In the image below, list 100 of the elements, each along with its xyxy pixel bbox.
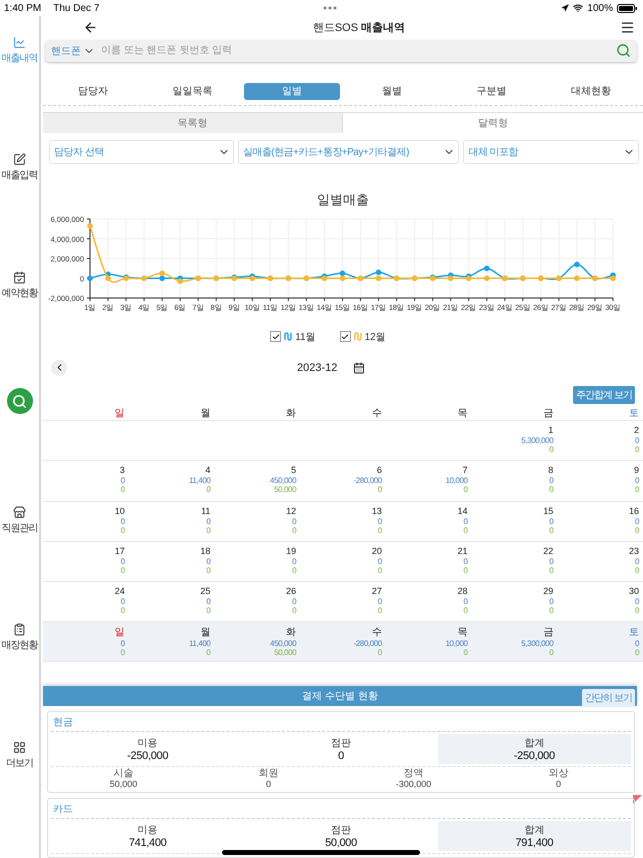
- list-icon: [13, 623, 26, 636]
- total-amount: -280,000: [353, 638, 382, 648]
- day-amount: -280,000: [353, 476, 382, 486]
- day-product-amount: 0: [378, 526, 382, 534]
- day-product-amount: 0: [634, 445, 639, 454]
- page-title: 핸드SOS 매출내역: [312, 21, 406, 36]
- more-dots-icon: [323, 6, 338, 10]
- legend-checkbox[interactable]: [340, 331, 351, 342]
- day-product-amount: 0: [206, 566, 210, 575]
- day-product-amount: 0: [378, 485, 382, 494]
- weekday-total-label: 화: [286, 626, 296, 639]
- data-point: [484, 265, 490, 271]
- chart-title: 일별매출: [316, 190, 370, 208]
- tab[interactable]: 일별: [244, 82, 340, 100]
- data-point: [574, 274, 580, 281]
- total-product-amount: 0: [378, 648, 382, 657]
- legend-checkbox[interactable]: [270, 331, 282, 342]
- payment-label: 합계: [524, 824, 544, 838]
- series-wave-icon: [354, 332, 362, 341]
- simple-view-button[interactable]: 간단히 보기: [582, 689, 635, 707]
- search-field[interactable]: 핸드폰 이름 또는 핸드폰 뒷번호 입력: [45, 40, 637, 62]
- back-icon[interactable]: [83, 20, 98, 36]
- data-point: [87, 274, 93, 281]
- day-number: 11: [201, 504, 210, 516]
- day-product-amount: 0: [464, 485, 468, 494]
- weekday-total-label: 토: [629, 626, 639, 639]
- day-number: 28: [458, 584, 468, 597]
- weekday-total-label: 일: [114, 626, 125, 639]
- search-button[interactable]: [6, 388, 32, 414]
- payment-label: 미용: [138, 824, 158, 838]
- filter-dropdown[interactable]: 실매출(현금+카드+통장+Pay+기타결제): [238, 140, 460, 164]
- tab[interactable]: 월별: [344, 82, 440, 100]
- tab[interactable]: 구분별: [444, 82, 540, 100]
- day-amount: 0: [549, 556, 554, 566]
- day-amount: 0: [634, 556, 639, 566]
- day-product-amount: 0: [464, 526, 468, 534]
- wifi-icon: [573, 3, 584, 13]
- day-number: 2: [634, 424, 639, 436]
- day-number: 16: [628, 504, 639, 516]
- calendar-icon[interactable]: [353, 362, 366, 374]
- payment-value: -250,000: [514, 750, 555, 762]
- tab[interactable]: 대체현황: [543, 82, 639, 100]
- day-amount: 0: [206, 556, 210, 566]
- weekly-total-button[interactable]: 주간합계 보기: [573, 386, 635, 404]
- day-number: 14: [458, 504, 468, 516]
- edit-icon: [13, 153, 26, 166]
- menu-icon[interactable]: [620, 20, 635, 36]
- day-amount: 0: [634, 596, 639, 606]
- day-number: 30: [628, 584, 639, 597]
- sidebar-item[interactable]: 더보기: [6, 756, 33, 770]
- sidebar-item[interactable]: 매장현황: [2, 638, 38, 652]
- day-amount: 0: [120, 556, 125, 566]
- series-wave-icon: [284, 332, 292, 341]
- previous-month-button[interactable]: [51, 360, 67, 376]
- search-icon[interactable]: [616, 43, 631, 58]
- search-icon: [12, 394, 27, 409]
- day-amount: 0: [549, 476, 554, 486]
- day-product-amount: 0: [292, 566, 296, 575]
- tab[interactable]: 일일목록: [144, 82, 240, 100]
- day-product-amount: 0: [292, 526, 296, 534]
- day-number: 7: [462, 464, 468, 476]
- day-product-amount: 0: [378, 606, 382, 615]
- payment-sub-value: -300,000: [396, 779, 432, 790]
- day-number: 25: [200, 584, 210, 597]
- view-tab[interactable]: 목록형: [43, 112, 343, 132]
- day-number: 26: [286, 584, 296, 597]
- payment-label: 합계: [524, 737, 544, 750]
- payment-value: 0: [338, 750, 344, 762]
- day-product-amount: 0: [464, 566, 468, 575]
- day-product-amount: 50,000: [274, 485, 296, 494]
- total-product-amount: 0: [549, 648, 554, 657]
- sidebar-item[interactable]: 매출내역: [2, 51, 38, 65]
- legend-label: 12월: [364, 330, 386, 344]
- battery-icon: [617, 4, 637, 12]
- day-amount: 0: [464, 596, 468, 606]
- payment-value: 50,000: [325, 837, 357, 850]
- total-product-amount: 0: [120, 648, 125, 657]
- day-number: 15: [543, 504, 554, 516]
- sidebar-item[interactable]: 예약현황: [2, 286, 38, 300]
- day-product-amount: 0: [549, 606, 554, 615]
- payment-sub-value: 0: [556, 779, 561, 790]
- tab[interactable]: 담당자: [45, 82, 141, 100]
- status-time: 1:40 PM: [4, 2, 42, 14]
- filter-dropdown[interactable]: 담당자 선택: [49, 140, 234, 164]
- month-label: 2023-12: [297, 362, 338, 374]
- day-product-amount: 0: [206, 606, 210, 615]
- day-product-amount: 0: [120, 526, 125, 534]
- line-chart-icon: [13, 36, 26, 49]
- search-scope-dropdown[interactable]: 핸드폰: [51, 44, 95, 58]
- sidebar-item[interactable]: 직원관리: [2, 520, 38, 535]
- day-product-amount: 0: [120, 485, 125, 494]
- battery-percent: 100%: [587, 2, 613, 14]
- day-amount: 0: [120, 516, 125, 526]
- filter-dropdown[interactable]: 대체 미포함: [463, 140, 639, 164]
- day-amount: 0: [634, 516, 639, 526]
- day-amount: 0: [464, 516, 468, 526]
- payment-value: -250,000: [127, 750, 168, 762]
- day-amount: 0: [292, 596, 296, 606]
- weekday-header: 목: [458, 406, 468, 420]
- sidebar-item[interactable]: 매출입력: [2, 168, 38, 182]
